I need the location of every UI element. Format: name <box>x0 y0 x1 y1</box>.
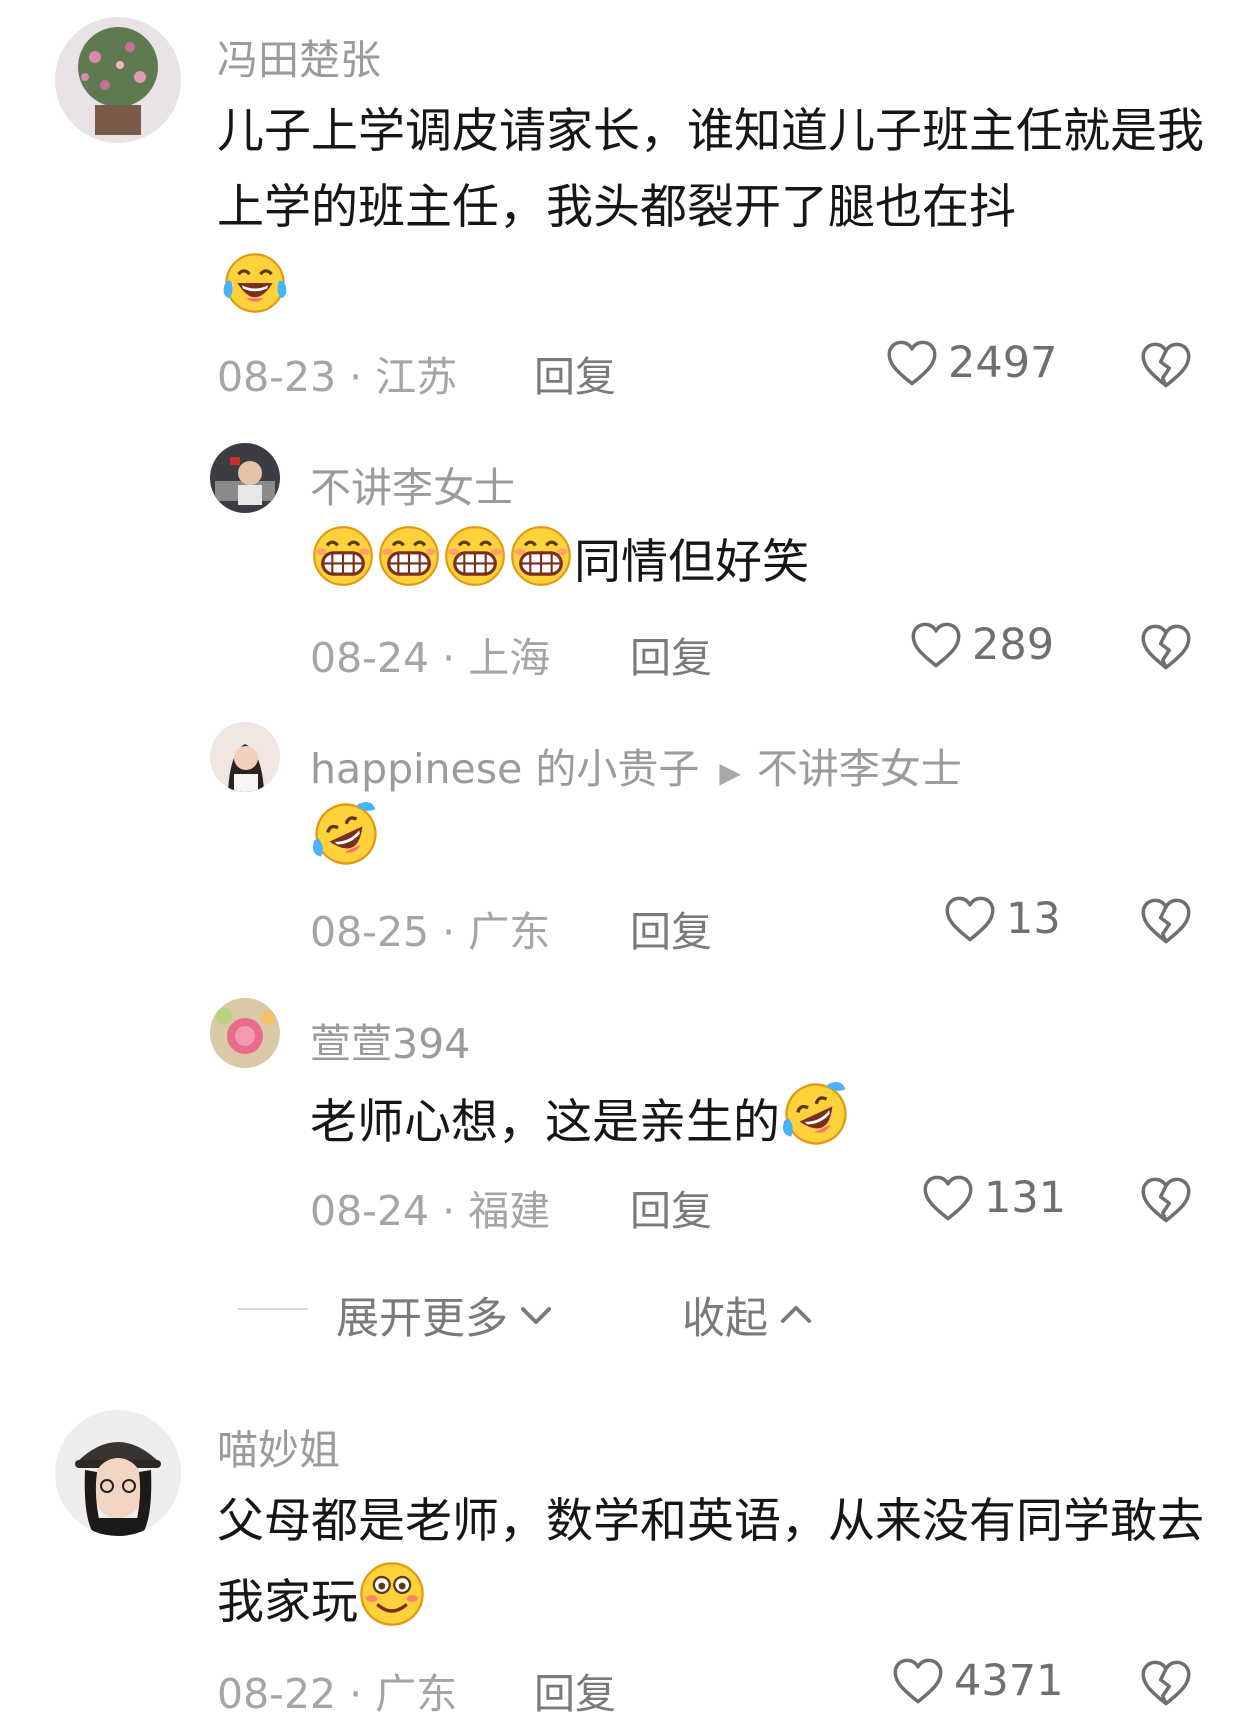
like-button[interactable]: 289 <box>910 620 1054 670</box>
like-button[interactable]: 4371 <box>892 1656 1063 1706</box>
reply-button[interactable]: 回复 <box>630 898 712 958</box>
comment-text: 儿子上学调皮请家长，谁知道儿子班主任就是我上学的班主任，我头都裂开了腿也在抖 <box>217 94 1207 316</box>
divider-line <box>238 1308 308 1310</box>
reply-date: 08-24 <box>310 634 430 682</box>
avatar[interactable] <box>210 722 280 792</box>
reply-location: 上海 <box>468 634 551 682</box>
broken-heart-icon[interactable] <box>1140 340 1192 390</box>
like-count: 289 <box>972 620 1055 670</box>
reply-text <box>310 800 1190 881</box>
meta-separator: · <box>336 353 376 401</box>
chevron-down-icon <box>518 1303 554 1327</box>
reply-date: 08-25 <box>310 908 430 956</box>
heart-outline-icon <box>892 1656 944 1706</box>
like-button[interactable]: 2497 <box>886 338 1057 388</box>
chevron-up-icon <box>778 1303 814 1327</box>
comment-username[interactable]: 喵妙姐 <box>217 1416 340 1476</box>
comment-text-content: 儿子上学调皮请家长，谁知道儿子班主任就是我上学的班主任，我头都裂开了腿也在抖 <box>217 104 1204 235</box>
reply-button[interactable]: 回复 <box>534 1660 616 1720</box>
like-button[interactable]: 13 <box>944 894 1061 944</box>
like-count: 131 <box>984 1173 1067 1223</box>
collapse-label: 收起 <box>682 1294 768 1344</box>
broken-heart-icon[interactable] <box>1140 622 1192 672</box>
avatar[interactable] <box>210 998 280 1068</box>
comment-date: 08-22 <box>217 1670 337 1718</box>
meta-separator: · <box>429 634 469 682</box>
reply-meta: 08-24 · 上海 <box>310 624 550 684</box>
laugh-cry-emoji <box>217 250 293 316</box>
reply-button[interactable]: 回复 <box>534 343 616 403</box>
heart-outline-icon <box>886 338 938 388</box>
meta-separator: · <box>429 908 469 956</box>
comment-meta: 08-22 · 广东 <box>217 1660 457 1720</box>
rofl-emoji <box>310 800 382 868</box>
comment-location: 江苏 <box>375 353 458 401</box>
reply-location: 福建 <box>468 1187 551 1235</box>
expand-more-button[interactable]: 展开更多 <box>336 1284 554 1346</box>
avatar[interactable] <box>55 17 181 143</box>
reply-username[interactable]: 萱萱394 <box>310 1010 470 1070</box>
comment-username[interactable]: 冯田楚张 <box>217 26 381 86</box>
grin-emoji <box>376 524 442 588</box>
heart-outline-icon <box>922 1173 974 1223</box>
reply-button[interactable]: 回复 <box>630 624 712 684</box>
expand-label: 展开更多 <box>336 1294 508 1344</box>
meta-separator: · <box>429 1187 469 1235</box>
reply-text: 老师心想，这是亲生的 <box>310 1080 1190 1161</box>
comment-text: 父母都是老师，数学和英语，从来没有同学敢去我家玩 <box>217 1484 1207 1641</box>
reply-date: 08-24 <box>310 1187 430 1235</box>
like-button[interactable]: 131 <box>922 1173 1066 1223</box>
grin-emoji <box>310 524 376 588</box>
grin-emoji <box>508 524 574 588</box>
reply-meta: 08-25 · 广东 <box>310 898 550 958</box>
reply-to-arrow-icon: ▶ <box>719 755 741 789</box>
reply-author[interactable]: happinese 的小贵子 <box>310 745 699 793</box>
collapse-button[interactable]: 收起 <box>682 1284 814 1346</box>
grin-emoji <box>442 524 508 588</box>
reply-username[interactable]: happinese 的小贵子 ▶ 不讲李女士 <box>310 735 962 795</box>
reply-text-content: 老师心想，这是亲生的 <box>310 1095 780 1150</box>
broken-heart-icon[interactable] <box>1140 1658 1192 1708</box>
heart-outline-icon <box>944 894 996 944</box>
reply-username[interactable]: 不讲李女士 <box>310 454 515 514</box>
like-count: 13 <box>1006 894 1061 944</box>
meta-separator: · <box>336 1670 376 1718</box>
broken-heart-icon[interactable] <box>1140 1175 1192 1225</box>
heart-outline-icon <box>910 620 962 670</box>
avatar[interactable] <box>210 443 280 513</box>
comment-meta: 08-23 · 江苏 <box>217 343 457 403</box>
comment-date: 08-23 <box>217 353 337 401</box>
reply-to-user[interactable]: 不讲李女士 <box>757 745 962 793</box>
reply-location: 广东 <box>468 908 551 956</box>
broken-heart-icon[interactable] <box>1140 896 1192 946</box>
reply-text: 同情但好笑 <box>310 524 1190 601</box>
reply-button[interactable]: 回复 <box>630 1177 712 1237</box>
avatar[interactable] <box>55 1410 181 1536</box>
like-count: 4371 <box>954 1656 1064 1706</box>
rofl-emoji <box>780 1080 852 1148</box>
like-count: 2497 <box>948 338 1058 388</box>
reply-text-content: 同情但好笑 <box>574 535 809 590</box>
reply-meta: 08-24 · 福建 <box>310 1177 550 1237</box>
shy-smile-emoji <box>358 1560 426 1628</box>
comment-location: 广东 <box>375 1670 458 1718</box>
